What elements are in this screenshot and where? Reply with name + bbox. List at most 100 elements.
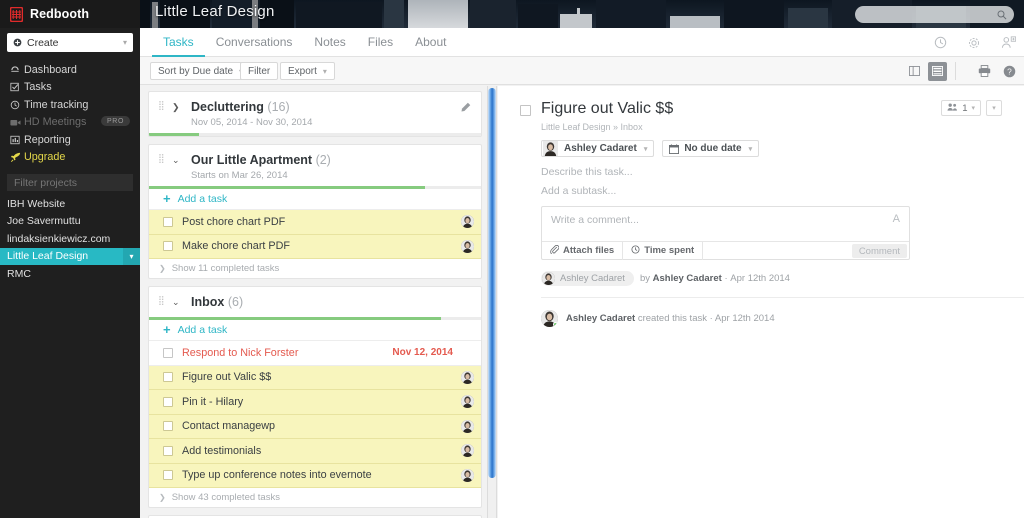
task-checkbox[interactable] [163,241,173,252]
filter-projects-input[interactable] [7,174,133,191]
task-list-count: (2) [315,153,331,167]
comment-submit-button[interactable]: Comment [851,244,907,258]
task-description-placeholder[interactable]: Describe this task... [541,166,1002,178]
search-input[interactable] [855,5,1014,23]
project-item-joe-savermuttu[interactable]: Joe Savermuttu [0,213,140,231]
chevron-right-icon[interactable]: ❯ [172,102,180,113]
create-button[interactable]: Create ▾ [7,33,133,52]
add-person-icon[interactable] [1001,36,1016,49]
task-list-name: Inbox [191,295,225,309]
drag-handle-icon[interactable]: ⣿ [158,154,165,163]
help-icon[interactable]: ? [1003,65,1016,78]
task-checkbox[interactable] [163,216,173,227]
project-item-ibh-website[interactable]: IBH Website [0,195,140,213]
edit-pencil-icon[interactable] [460,102,471,116]
toolbar-right: ? [901,57,1016,85]
create-wrap: Create ▾ [0,28,140,58]
assignee-button[interactable]: Ashley Cadaret ▾ [541,140,655,157]
sidebar: Redbooth Create ▾ Dashboard Tasks Time t… [0,0,140,518]
filter-button[interactable]: Filter [240,62,279,80]
followers-button[interactable]: 1 ▾ [941,100,981,116]
tab-about[interactable]: About [404,28,457,57]
task-checkbox[interactable] [163,396,173,407]
chevron-down-icon[interactable]: ⌄ [172,155,180,166]
task-row[interactable]: Add testimonials [149,439,481,464]
task-name: Respond to Nick Forster [182,346,299,359]
task-list-card-decluttering: ⣿ ❯ Decluttering (16) Nov 05, 2014 - Nov… [148,91,482,137]
followers-count: 1 [962,102,968,114]
sidebar-item-dashboard[interactable]: Dashboard [0,61,140,79]
project-item-lindaksienkiewicz[interactable]: lindaksienkiewicz.com [0,230,140,248]
task-detail-actions: 1 ▾ ▾ [941,100,1002,116]
column-view-icon[interactable] [905,62,924,81]
list-scrollbar-thumb[interactable] [488,88,496,478]
task-row[interactable]: Figure out Valic $$ [149,365,481,390]
drag-handle-icon[interactable]: ⣿ [158,296,165,305]
project-item-rmc[interactable]: RMC [0,265,140,283]
task-row[interactable]: Make chore chart PDF [149,234,481,259]
task-more-menu-button[interactable]: ▾ [986,100,1002,116]
task-row[interactable]: Type up conference notes into evernote [149,463,481,488]
print-icon[interactable] [978,65,991,77]
task-checkbox[interactable] [163,421,173,432]
chevron-down-icon[interactable]: ⌄ [172,297,180,308]
add-subtask-placeholder[interactable]: Add a subtask... [541,185,1002,197]
activity-by-prefix: by [639,273,650,284]
comment-placeholder: Write a comment... [551,214,639,226]
sidebar-item-time-tracking[interactable]: Time tracking [0,96,140,114]
sidebar-item-reporting[interactable]: Reporting [0,131,140,149]
list-view-icon[interactable] [928,61,947,81]
attach-files-button[interactable]: Attach files [542,241,624,260]
task-checkbox[interactable] [163,372,173,383]
chevron-down-icon: ▾ [992,105,996,112]
avatar [461,395,474,409]
drag-handle-icon[interactable]: ⣿ [158,101,165,110]
add-task-button[interactable]: + Add a task [149,189,481,210]
format-text-icon[interactable]: A [893,213,900,225]
chevron-down-icon[interactable]: ▾ [123,247,140,265]
sidebar-item-hd-meetings[interactable]: HD Meetings PRO [0,114,140,132]
task-checkbox[interactable] [163,445,173,456]
task-list-progress [149,133,481,136]
export-button-label: Export [288,65,317,77]
sidebar-item-tasks[interactable]: Tasks [0,79,140,97]
task-meta-row: Ashley Cadaret ▾ No due date ▾ [541,140,1002,157]
task-detail-title: Figure out Valic $$ [541,100,674,117]
plus-icon: + [163,191,171,206]
project-label: RMC [7,267,31,280]
avatar [461,468,474,482]
tab-conversations[interactable]: Conversations [205,28,304,57]
activity-divider [541,297,1024,298]
task-row[interactable]: Post chore chart PDF [149,210,481,235]
project-item-little-leaf-design[interactable]: Little Leaf Design ▾ [0,247,140,265]
attach-files-label: Attach files [563,245,615,256]
dashboard-icon [10,65,24,75]
task-name: Type up conference notes into evernote [182,469,372,482]
filter-button-label: Filter [248,65,271,77]
task-row[interactable]: Contact managewp [149,414,481,439]
due-date-button[interactable]: No due date ▾ [662,140,760,157]
task-list-column[interactable]: ⣿ ❯ Decluttering (16) Nov 05, 2014 - Nov… [140,86,490,518]
task-complete-checkbox[interactable] [520,105,531,116]
time-spent-button[interactable]: Time spent [623,241,704,260]
history-icon[interactable] [934,36,947,49]
gear-icon[interactable] [967,36,981,50]
task-checkbox[interactable] [163,470,173,481]
task-row[interactable]: Pin it - Hilary [149,390,481,415]
task-list-title: Our Little Apartment (2) [191,153,471,167]
tab-notes[interactable]: Notes [303,28,356,57]
sidebar-item-upgrade[interactable]: Upgrade [0,149,140,167]
sidebar-nav: Dashboard Tasks Time tracking HD Meeting… [0,61,140,166]
task-checkbox[interactable] [163,347,173,358]
sort-button[interactable]: Sort by Due date ▾ [150,62,252,80]
chevron-down-icon: ▾ [643,145,648,153]
tab-files[interactable]: Files [357,28,404,57]
tab-tasks[interactable]: Tasks [152,28,205,57]
task-row[interactable]: Respond to Nick Forster Nov 12, 2014 [149,341,481,366]
show-completed-tasks-button[interactable]: ❯ Show 11 completed tasks [149,259,481,278]
comment-input[interactable]: Write a comment... A [542,207,909,241]
add-task-button[interactable]: + Add a task [149,320,481,341]
show-completed-tasks-button[interactable]: ❯ Show 43 completed tasks [149,488,481,507]
export-button[interactable]: Export ▾ [280,62,335,80]
project-label: Little Leaf Design [7,250,89,263]
